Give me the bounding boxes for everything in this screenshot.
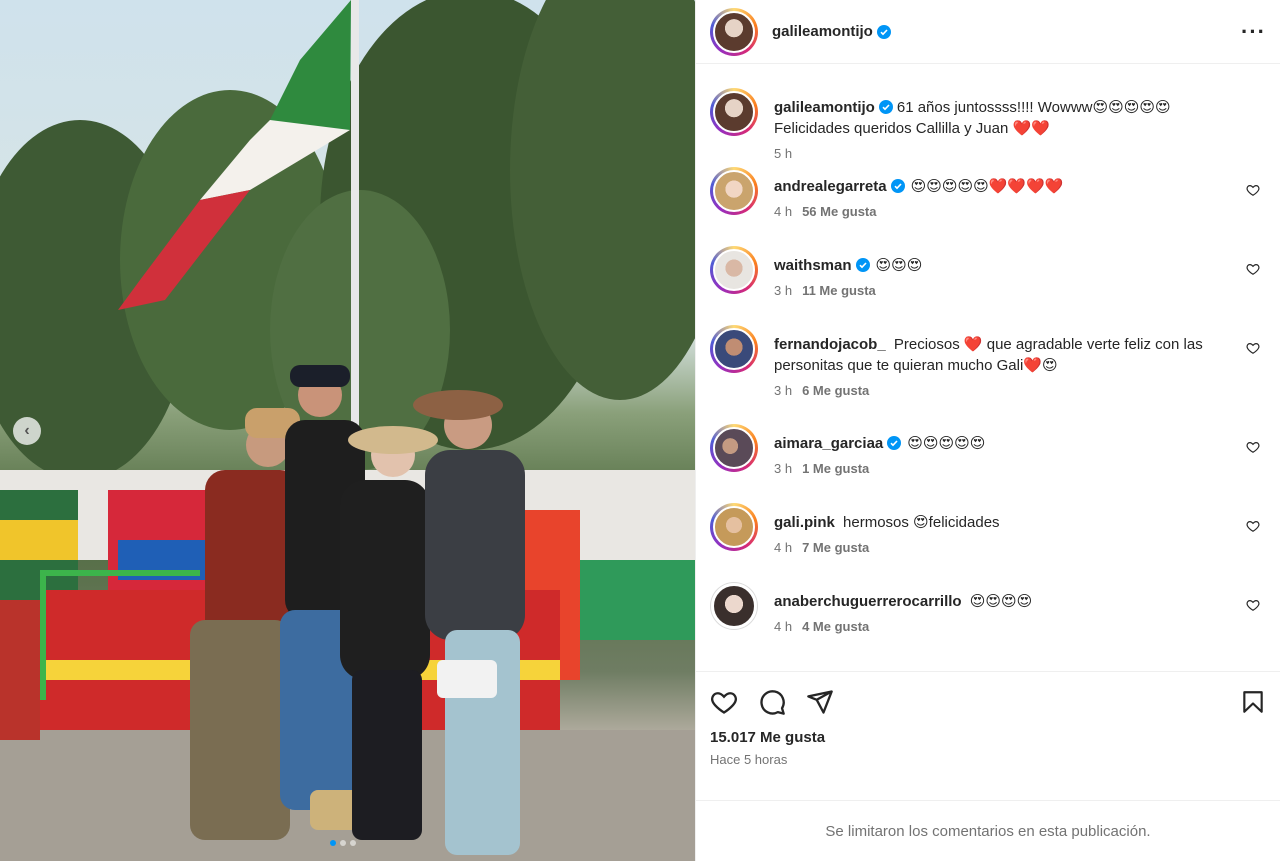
verified-badge-icon [887, 436, 902, 450]
caption-text-line1: 61 años juntossss!!!! Wowww😍😍😍😍😍 [896, 99, 1171, 116]
comment-item: gali.pink hermosos 😍felicidades 4 h 7 Me … [710, 503, 1266, 582]
comment-time[interactable]: 3 h [774, 283, 792, 298]
carousel-dot [330, 840, 336, 846]
comment-username[interactable]: waithsman [774, 257, 852, 274]
instagram-post: ‹ galileamontijo ··· galileamontijo 61 a… [0, 0, 1280, 861]
verified-badge-icon [855, 258, 870, 272]
comment-username[interactable]: fernandojacob_ [774, 336, 886, 353]
save-bookmark-icon[interactable] [1240, 688, 1266, 716]
share-send-icon[interactable] [806, 688, 834, 716]
commenter-avatar[interactable] [710, 167, 758, 215]
verified-badge-icon [876, 24, 891, 39]
commenter-avatar[interactable] [710, 582, 758, 630]
post-header: galileamontijo ··· [696, 0, 1280, 64]
comment-text: 😍😍😍😍😍❤️❤️❤️❤️ [910, 178, 1064, 195]
comment-item: aimara_garciaa 😍😍😍😍😍 3 h 1 Me gusta [710, 424, 1266, 503]
comment-time[interactable]: 4 h [774, 204, 792, 219]
carousel-dot [350, 840, 356, 846]
verified-badge-icon [878, 100, 893, 114]
like-comment-heart-icon[interactable] [1246, 183, 1260, 197]
comment-text: 😍😍😍😍😍 [907, 435, 986, 452]
photo-scene [0, 0, 695, 861]
comment-username[interactable]: andrealegarreta [774, 178, 887, 195]
comment-item: andrealegarreta 😍😍😍😍😍❤️❤️❤️❤️ 4 h 56 Me gu… [710, 167, 1266, 246]
commenter-avatar[interactable] [710, 424, 758, 472]
author-avatar[interactable] [710, 88, 758, 136]
like-heart-icon[interactable] [710, 688, 738, 716]
comment-time[interactable]: 4 h [774, 619, 792, 634]
comments-list: galileamontijo 61 años juntossss!!!! Woww… [696, 64, 1280, 671]
commenter-avatar[interactable] [710, 503, 758, 551]
comment-likes[interactable]: 4 Me gusta [802, 619, 869, 634]
like-comment-heart-icon[interactable] [1246, 262, 1260, 276]
comment-text: 😍😍😍 [875, 257, 923, 274]
like-comment-heart-icon[interactable] [1246, 341, 1260, 355]
carousel-dot [340, 840, 346, 846]
post-actions: 15.017 Me gusta Hace 5 horas [696, 671, 1280, 767]
post-photo[interactable]: ‹ [0, 0, 695, 861]
carousel-dots [330, 840, 356, 846]
comment-item: fernandojacob_ Preciosos ❤️ que agradabl… [710, 325, 1266, 424]
comment-username[interactable]: gali.pink [774, 514, 835, 531]
like-comment-heart-icon[interactable] [1246, 440, 1260, 454]
comment-bubble-icon[interactable] [758, 688, 786, 716]
comment-time[interactable]: 4 h [774, 540, 792, 555]
comment-item: anaberchuguerrerocarrillo 😍😍😍😍 4 h 4 Me g… [710, 582, 1266, 661]
comment-likes[interactable]: 1 Me gusta [802, 461, 869, 476]
like-comment-heart-icon[interactable] [1246, 598, 1260, 612]
likes-count[interactable]: 15.017 Me gusta [710, 729, 1266, 746]
post-caption: galileamontijo 61 años juntossss!!!! Woww… [710, 88, 1266, 167]
commenter-avatar[interactable] [710, 246, 758, 294]
comment-likes[interactable]: 6 Me gusta [802, 383, 869, 398]
comment-time[interactable]: 3 h [774, 461, 792, 476]
comment-likes[interactable]: 7 Me gusta [802, 540, 869, 555]
post-timestamp[interactable]: Hace 5 horas [710, 752, 1266, 767]
commenter-avatar[interactable] [710, 325, 758, 373]
comment-text: 😍😍😍😍 [969, 593, 1033, 610]
comment-likes[interactable]: 56 Me gusta [802, 204, 876, 219]
carousel-previous-button[interactable]: ‹ [13, 417, 41, 445]
comment-time[interactable]: 3 h [774, 383, 792, 398]
comment-item: waithsman 😍😍😍 3 h 11 Me gusta [710, 246, 1266, 325]
comment-likes[interactable]: 11 Me gusta [802, 283, 876, 298]
caption-text-line2: Felicidades queridos Callilla y Juan ❤️❤… [774, 120, 1050, 137]
author-avatar[interactable] [710, 7, 758, 56]
post-sidebar: galileamontijo ··· galileamontijo 61 años… [695, 0, 1280, 861]
author-username[interactable]: galileamontijo [772, 23, 873, 40]
caption-time[interactable]: 5 h [774, 146, 792, 161]
verified-badge-icon [890, 179, 905, 193]
more-options-icon[interactable]: ··· [1241, 19, 1266, 45]
comment-text: hermosos 😍felicidades [843, 514, 1000, 531]
comments-limited-notice: Se limitaron los comentarios en esta pub… [696, 800, 1280, 861]
caption-username[interactable]: galileamontijo [774, 99, 875, 116]
like-comment-heart-icon[interactable] [1246, 519, 1260, 533]
comment-username[interactable]: anaberchuguerrerocarrillo [774, 593, 962, 610]
comment-username[interactable]: aimara_garciaa [774, 435, 883, 452]
